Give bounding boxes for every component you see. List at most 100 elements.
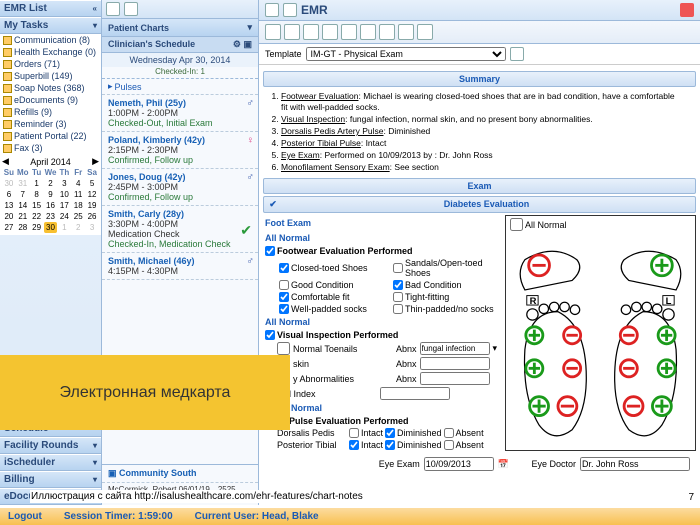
diagram-all-normal[interactable]: [510, 218, 523, 231]
cal-day-2[interactable]: 2: [44, 178, 58, 189]
cal-day-20[interactable]: 20: [2, 211, 16, 222]
pulse-1-absent[interactable]: [444, 440, 454, 450]
task-item-4[interactable]: Soap Notes (368): [0, 82, 101, 94]
pulse-0-absent[interactable]: [444, 428, 454, 438]
cal-day-18[interactable]: 18: [71, 200, 85, 211]
print-icon[interactable]: [322, 24, 338, 40]
cal-day-24[interactable]: 24: [57, 211, 71, 222]
appointment-0[interactable]: Nemeth, Phil (25y)1:00PM - 2:00PMChecked…: [102, 95, 258, 132]
back-icon[interactable]: [106, 2, 120, 16]
footwear-opt-1[interactable]: [393, 263, 403, 273]
all-normal-footwear[interactable]: All Normal: [263, 231, 499, 245]
brachial-input[interactable]: [380, 387, 450, 400]
cal-day-7[interactable]: 7: [16, 189, 30, 200]
cal-day-25[interactable]: 25: [71, 211, 85, 222]
exam-header[interactable]: Exam: [263, 178, 696, 194]
my-tasks-header[interactable]: My Tasks▾: [0, 17, 101, 34]
task-item-9[interactable]: Fax (3): [0, 142, 101, 154]
pulse-0-intact[interactable]: [349, 428, 359, 438]
cal-day-6[interactable]: 6: [2, 189, 16, 200]
task-item-2[interactable]: Orders (71): [0, 58, 101, 70]
footwear-opt-3[interactable]: [393, 280, 403, 290]
cal-day-15[interactable]: 15: [30, 200, 44, 211]
attach-icon[interactable]: [379, 24, 395, 40]
cal-day-12[interactable]: 12: [85, 189, 99, 200]
footwear-opt-4[interactable]: [279, 292, 289, 302]
all-normal-pulse[interactable]: All Normal: [263, 401, 499, 415]
foot-diagram[interactable]: All Normal R L: [505, 215, 696, 451]
eye-exam-date[interactable]: [424, 457, 494, 471]
appointment-3[interactable]: Smith, Carly (28y)3:30PM - 4:00PMMedicat…: [102, 206, 258, 253]
community-south[interactable]: ▣ Community South: [102, 464, 258, 483]
cal-day-10[interactable]: 10: [57, 189, 71, 200]
task-item-5[interactable]: eDocuments (9): [0, 94, 101, 106]
cal-day-3[interactable]: 3: [57, 178, 71, 189]
calendar-icon[interactable]: 📅: [498, 459, 509, 470]
pulse-1-intact[interactable]: [349, 440, 359, 450]
refresh-icon[interactable]: [265, 3, 279, 17]
cal-day-22[interactable]: 22: [30, 211, 44, 222]
cal-day-8[interactable]: 8: [30, 189, 44, 200]
footwear-opt-2[interactable]: [279, 280, 289, 290]
footwear-opt-6[interactable]: [279, 304, 289, 314]
dropdown-icon[interactable]: ▾: [493, 343, 498, 354]
cal-day-1[interactable]: 1: [30, 178, 44, 189]
cal-day-13[interactable]: 13: [2, 200, 16, 211]
cal-day-29[interactable]: 29: [30, 222, 44, 233]
emr-list-header[interactable]: EMR List«: [0, 0, 101, 17]
new-icon[interactable]: [265, 24, 281, 40]
folder-icon[interactable]: [284, 24, 300, 40]
cal-day-4[interactable]: 4: [71, 178, 85, 189]
globe-icon[interactable]: [283, 3, 297, 17]
globe-icon[interactable]: [124, 2, 138, 16]
cal-day-9[interactable]: 9: [44, 189, 58, 200]
task-item-0[interactable]: Communication (8): [0, 34, 101, 46]
cal-day-28[interactable]: 28: [16, 222, 30, 233]
accordion-1[interactable]: Facility Rounds▾: [0, 437, 101, 454]
appointment-1[interactable]: Poland, Kimberly (42y)2:15PM - 2:30PMCon…: [102, 132, 258, 169]
diabetes-eval-header[interactable]: Diabetes Evaluation: [280, 199, 693, 210]
cal-prev[interactable]: ◀: [2, 156, 9, 167]
vis-chk-0[interactable]: [277, 342, 290, 355]
cal-day-19[interactable]: 19: [85, 200, 99, 211]
save-icon[interactable]: [303, 24, 319, 40]
vis-abnx-2[interactable]: [420, 372, 490, 385]
tools-icon[interactable]: [417, 24, 433, 40]
appointment-2[interactable]: Jones, Doug (42y)2:45PM - 3:00PMConfirme…: [102, 169, 258, 206]
cal-day-5[interactable]: 5: [85, 178, 99, 189]
summary-header[interactable]: Summary: [263, 71, 696, 87]
accordion-3[interactable]: Billing▾: [0, 471, 101, 488]
task-item-7[interactable]: Reminder (3): [0, 118, 101, 130]
patient-charts-header[interactable]: Patient Charts▾: [102, 19, 258, 37]
accordion-2[interactable]: iScheduler▾: [0, 454, 101, 471]
cal-day-17[interactable]: 17: [57, 200, 71, 211]
clinicians-schedule-header[interactable]: Clinician's Schedule⚙ ▣: [102, 37, 258, 53]
footwear-opt-5[interactable]: [393, 292, 403, 302]
more-icon[interactable]: [398, 24, 414, 40]
cal-day-11[interactable]: 11: [71, 189, 85, 200]
copy-icon[interactable]: [360, 24, 376, 40]
alert-icon[interactable]: [680, 3, 694, 17]
cal-day-26[interactable]: 26: [85, 211, 99, 222]
credit-link[interactable]: http://isalushealthcare.com/ehr-features…: [134, 491, 362, 502]
task-item-1[interactable]: Health Exchange (0): [0, 46, 101, 58]
template-search-icon[interactable]: [510, 47, 524, 61]
pulse-0-dim[interactable]: [385, 428, 395, 438]
task-item-3[interactable]: Superbill (149): [0, 70, 101, 82]
cal-day-23[interactable]: 23: [44, 211, 58, 222]
delete-icon[interactable]: [341, 24, 357, 40]
footwear-opt-7[interactable]: [393, 304, 403, 314]
pulses-link[interactable]: ▸ Pulses: [102, 79, 258, 95]
visual-performed[interactable]: [265, 330, 275, 340]
cal-day-21[interactable]: 21: [16, 211, 30, 222]
cal-day-16[interactable]: 16: [44, 200, 58, 211]
appointment-4[interactable]: Smith, Michael (46y)4:15PM - 4:30PM♂: [102, 253, 258, 280]
task-item-6[interactable]: Refills (9): [0, 106, 101, 118]
template-select[interactable]: IM-GT - Physical Exam: [306, 47, 506, 61]
cal-day-27[interactable]: 27: [2, 222, 16, 233]
vis-abnx-1[interactable]: [420, 357, 490, 370]
cal-next[interactable]: ▶: [92, 156, 99, 167]
task-item-8[interactable]: Patient Portal (22): [0, 130, 101, 142]
footwear-opt-0[interactable]: [279, 263, 289, 273]
footwear-performed[interactable]: [265, 246, 275, 256]
